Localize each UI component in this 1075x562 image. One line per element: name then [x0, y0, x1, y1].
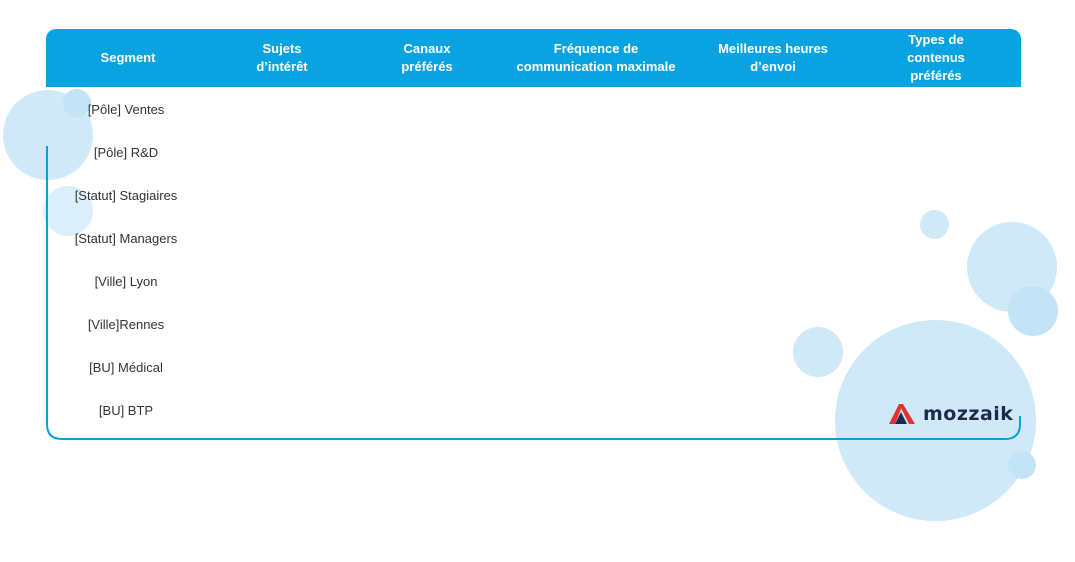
segment-row: [Pôle] R&D [93, 145, 159, 160]
header-content-types: Types de contenus préférés [907, 32, 965, 83]
segment-row: [Ville]Rennes [87, 317, 165, 332]
table-header: Segment Sujets d’intérêt Canaux préférés… [46, 29, 1021, 87]
segment-row: [BU] BTP [98, 403, 154, 418]
mozzaik-logo: mozzaik [887, 402, 1013, 426]
header-channels: Canaux préférés [401, 41, 453, 74]
segment-row: [Ville] Lyon [94, 274, 158, 289]
segment-row: [Statut] Stagiaires [74, 188, 178, 203]
page: Segment Sujets d’intérêt Canaux préférés… [0, 0, 1075, 562]
mozzaik-logo-text: mozzaik [923, 403, 1014, 425]
mozzaik-logo-icon [889, 404, 915, 424]
header-frequency: Fréquence de communication maximale [516, 41, 676, 74]
segment-row: [Pôle] Ventes [87, 102, 165, 117]
segment-row: [BU] Médical [89, 360, 163, 375]
header-interests: Sujets d’intérêt [256, 41, 308, 74]
header-send-hours: Meilleures heures d’envoi [718, 41, 828, 74]
segment-row: [Statut] Managers [74, 231, 178, 246]
header-segment: Segment [100, 50, 156, 65]
